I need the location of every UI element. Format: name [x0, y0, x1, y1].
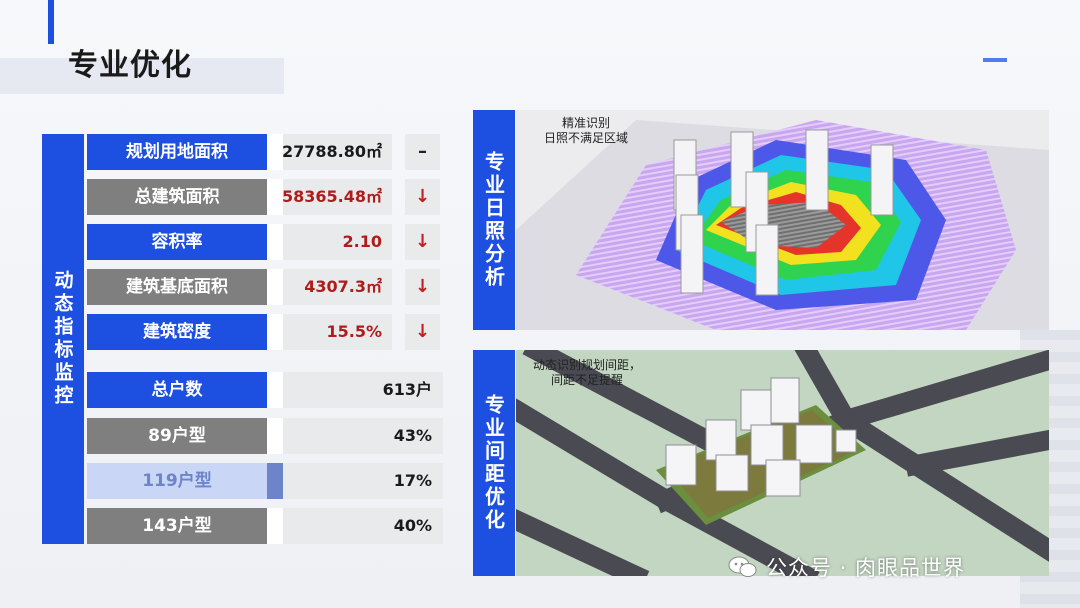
metric-value: 58365.48㎡ [281, 187, 382, 206]
down-arrow-icon: ↓ [405, 179, 440, 215]
spacing-label-text: 专业间距优化 [481, 394, 506, 532]
metrics-side-label-text: 动态指标监控 [51, 270, 74, 408]
spacing-label: 专业间距优化 [473, 350, 515, 576]
sunlight-label: 专业日照分析 [473, 110, 515, 330]
sunlight-label-text: 专业日照分析 [481, 151, 506, 289]
metric-value: 2.10 [342, 232, 382, 251]
accent-bar [48, 0, 54, 44]
metric-value: 4307.3㎡ [304, 277, 382, 296]
sunlight-analysis-image: 精准识别 日照不满足区域 [516, 110, 1049, 330]
metric-value: 613户 [382, 380, 432, 399]
metric-value: 43% [393, 426, 432, 445]
metric-indicator: – [405, 134, 440, 170]
spacing-optimization-image: 动态识别规划间距， 间距不足提醒 [516, 350, 1049, 576]
down-arrow-icon: ↓ [405, 314, 440, 350]
metrics-side-label: 动态指标监控 [42, 134, 84, 544]
accent-dash [983, 58, 1007, 62]
spacing-note: 动态识别规划间距， 间距不足提醒 [532, 358, 641, 387]
down-arrow-icon: ↓ [405, 269, 440, 305]
page-title: 专业优化 [68, 48, 192, 83]
metric-value: 27788.80㎡ [281, 142, 382, 161]
sunlight-note: 精准识别 日照不满足区域 [543, 116, 628, 145]
down-arrow-icon: ↓ [405, 224, 440, 260]
metric-value: 17% [393, 471, 432, 490]
watermark: 公众号 · 肉眼品世界 [728, 552, 965, 582]
wechat-icon [728, 556, 757, 577]
watermark-text: 公众号 · 肉眼品世界 [766, 556, 966, 580]
metric-value: 15.5% [326, 322, 382, 341]
metric-value: 40% [393, 516, 432, 535]
